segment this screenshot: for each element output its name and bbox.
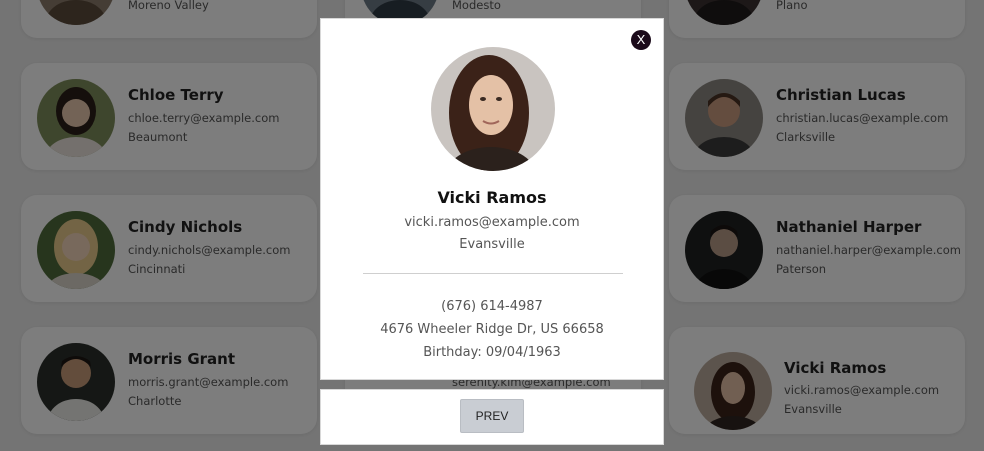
- modal-birthday: Birthday: 09/04/1963: [423, 345, 561, 360]
- modal-email: vicki.ramos@example.com: [404, 215, 580, 230]
- prev-button[interactable]: PREV: [460, 399, 524, 433]
- modal-phone: (676) 614-4987: [441, 299, 543, 314]
- modal-city: Evansville: [459, 237, 525, 252]
- modal-avatar: [431, 47, 555, 171]
- divider: [363, 273, 623, 274]
- modal-address: 4676 Wheeler Ridge Dr, US 66658: [380, 322, 604, 337]
- employee-modal: X Vicki Ramos vicki.ramos@example.com Ev…: [320, 18, 664, 380]
- modal-name: Vicki Ramos: [437, 188, 547, 207]
- modal-navigation: PREV: [320, 389, 664, 445]
- close-button[interactable]: X: [631, 30, 651, 50]
